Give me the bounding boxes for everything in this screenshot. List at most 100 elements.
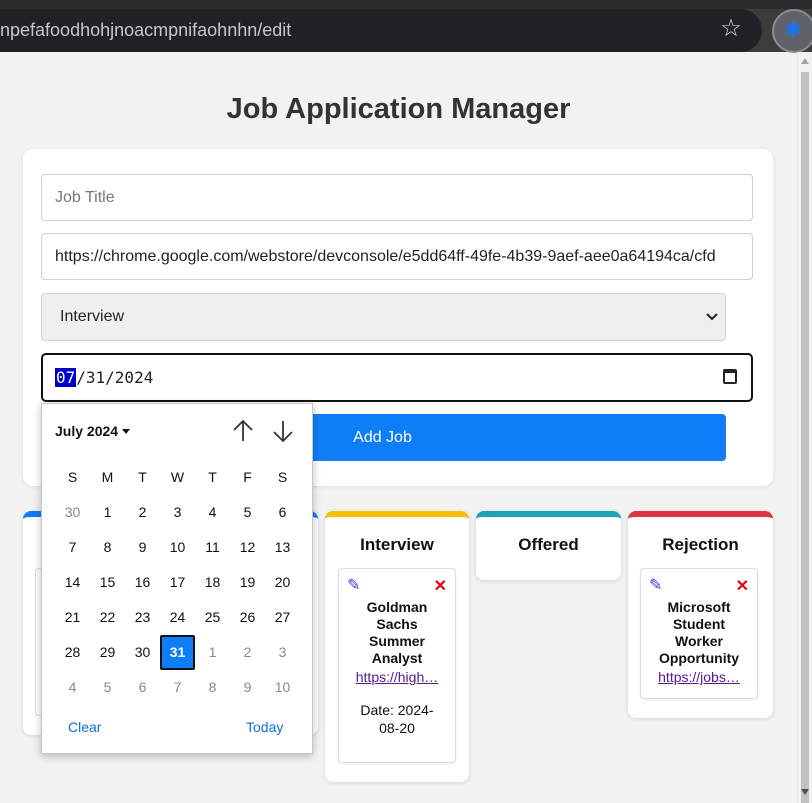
calendar-day[interactable]: 13 (265, 530, 300, 565)
weekday-header-row: SMTWTFS (55, 460, 303, 495)
calendar-day[interactable]: 14 (55, 565, 90, 600)
edit-icon[interactable]: ✎ (649, 575, 662, 595)
calendar-week-row: 14 15 16 17 18 19 20 (55, 565, 303, 600)
calendar-day[interactable]: 4 (55, 670, 90, 705)
job-card-link[interactable]: https://high… (349, 669, 445, 685)
calendar-day[interactable]: 11 (195, 530, 230, 565)
calendar-day[interactable]: 10 (265, 670, 300, 705)
address-bar[interactable]: npefafoodhohjnoacmpnifaohnhn/edit ☆ (0, 9, 762, 52)
weekday-header: S (277, 469, 288, 485)
browser-toolbar: npefafoodhohjnoacmpnifaohnhn/edit ☆ ✱ (0, 0, 812, 53)
calendar-grid: SMTWTFS 30 1 2 3 4 5 6 7 8 9 10 11 12 13 14 15 16 17 18 19 2… (55, 460, 303, 705)
calendar-day[interactable]: 8 (195, 670, 230, 705)
weekday-header: W (170, 469, 185, 485)
calendar-week-row: 30 1 2 3 4 5 6 (55, 495, 303, 530)
calendar-day[interactable]: 6 (125, 670, 160, 705)
weekday-header: M (101, 469, 114, 485)
calendar-day[interactable]: 2 (125, 495, 160, 530)
calendar-week-row: 21 22 23 24 25 26 27 (55, 600, 303, 635)
calendar-day[interactable]: 23 (125, 600, 160, 635)
today-button[interactable]: Today (246, 719, 283, 735)
calendar-day[interactable]: 20 (265, 565, 300, 600)
calendar-day[interactable]: 15 (90, 565, 125, 600)
calendar-day[interactable]: 5 (230, 495, 265, 530)
delete-icon[interactable]: ✕ (434, 576, 447, 596)
add-job-label: Add Job (353, 429, 412, 446)
column-offered: Offered (476, 511, 621, 580)
clear-button[interactable]: Clear (68, 719, 101, 735)
caret-down-icon (122, 429, 131, 434)
date-month-segment[interactable]: 07 (55, 368, 77, 387)
star-icon[interactable]: ☆ (718, 16, 744, 42)
page-scrollbar[interactable] (797, 52, 812, 803)
column-title: Offered (518, 535, 579, 554)
arrow-down-icon[interactable] (270, 418, 296, 450)
column-interview: Interview ✎ ✕ Goldman Sachs Summer Analy… (325, 511, 469, 782)
job-card-link[interactable]: https://jobs… (651, 669, 747, 685)
calendar-week-row: 7 8 9 10 11 12 13 (55, 530, 303, 565)
calendar-day[interactable]: 30 (125, 635, 160, 670)
calendar-day[interactable]: 17 (160, 565, 195, 600)
calendar-day[interactable]: 18 (195, 565, 230, 600)
calendar-day[interactable]: 28 (55, 635, 90, 670)
date-rest-segment[interactable]: /31/2024 (76, 368, 153, 387)
calendar-day[interactable]: 31 (160, 635, 195, 670)
calendar-day[interactable]: 4 (195, 495, 230, 530)
column-rejection: Rejection ✎ ✕ Microsoft Student Worker O… (628, 511, 773, 718)
calendar-day[interactable]: 19 (230, 565, 265, 600)
calendar-day[interactable]: 22 (90, 600, 125, 635)
calendar-day[interactable]: 6 (265, 495, 300, 530)
weekday-header: T (138, 469, 147, 485)
weekday-header: T (208, 469, 217, 485)
job-url-input[interactable]: https://chrome.google.com/webstore/devco… (41, 233, 753, 280)
scroll-down-icon[interactable] (801, 789, 809, 795)
calendar-day[interactable]: 5 (90, 670, 125, 705)
calendar-day[interactable]: 7 (160, 670, 195, 705)
scroll-up-icon[interactable] (801, 58, 809, 64)
calendar-day[interactable]: 9 (230, 670, 265, 705)
date-input[interactable]: 07/31/2024 (41, 353, 753, 402)
calendar-day[interactable]: 1 (195, 635, 230, 670)
calendar-day[interactable]: 10 (160, 530, 195, 565)
status-select-value: Interview (60, 308, 125, 325)
job-card: ✎ ✕ Goldman Sachs Summer Analyst https:/… (338, 568, 456, 763)
job-card-date: Date: 2024-08-20 (360, 702, 434, 736)
column-title: Rejection (662, 535, 739, 554)
calendar-day[interactable]: 3 (265, 635, 300, 670)
calendar-day[interactable]: 8 (90, 530, 125, 565)
calendar-day[interactable]: 24 (160, 600, 195, 635)
calendar-day[interactable]: 30 (55, 495, 90, 530)
calendar-icon[interactable] (723, 369, 737, 384)
arrow-up-icon[interactable] (230, 418, 256, 450)
job-card-title: Goldman Sachs Summer Analyst (366, 599, 428, 666)
calendar-day[interactable]: 21 (55, 600, 90, 635)
calendar-day[interactable]: 1 (90, 495, 125, 530)
calendar-day[interactable]: 25 (195, 600, 230, 635)
delete-icon[interactable]: ✕ (736, 576, 749, 596)
status-select[interactable]: Interview (41, 293, 726, 341)
calendar-day[interactable]: 27 (265, 600, 300, 635)
extension-button[interactable]: ✱ (772, 9, 812, 53)
calendar-day[interactable]: 12 (230, 530, 265, 565)
calendar-week-row: 28 29 30 31 1 2 3 (55, 635, 303, 670)
job-title-input[interactable] (41, 174, 753, 221)
calendar-day[interactable]: 7 (55, 530, 90, 565)
weekday-header: S (67, 469, 78, 485)
edit-icon[interactable]: ✎ (347, 575, 360, 595)
page-title: Job Application Manager (226, 93, 571, 125)
calendar-day[interactable]: 2 (230, 635, 265, 670)
calendar-day[interactable]: 26 (230, 600, 265, 635)
scrollbar-thumb[interactable] (801, 72, 809, 803)
puzzle-icon: ✱ (784, 17, 803, 42)
calendar-day[interactable]: 3 (160, 495, 195, 530)
date-picker-popup: July 2024 SMTWTFS 30 1 2 3 4 5 6 7 8 9 10 11 12 13 14 1… (41, 403, 313, 754)
calendar-day[interactable]: 16 (125, 565, 160, 600)
column-title: Interview (360, 535, 434, 554)
job-card-title: Microsoft Student Worker Opportunity (658, 599, 740, 666)
calendar-day[interactable]: 29 (90, 635, 125, 670)
calendar-day[interactable]: 9 (125, 530, 160, 565)
chevron-down-icon (705, 294, 719, 359)
month-selector[interactable]: July 2024 (55, 423, 131, 439)
tab-strip (0, 0, 812, 9)
month-label: July 2024 (55, 423, 119, 439)
